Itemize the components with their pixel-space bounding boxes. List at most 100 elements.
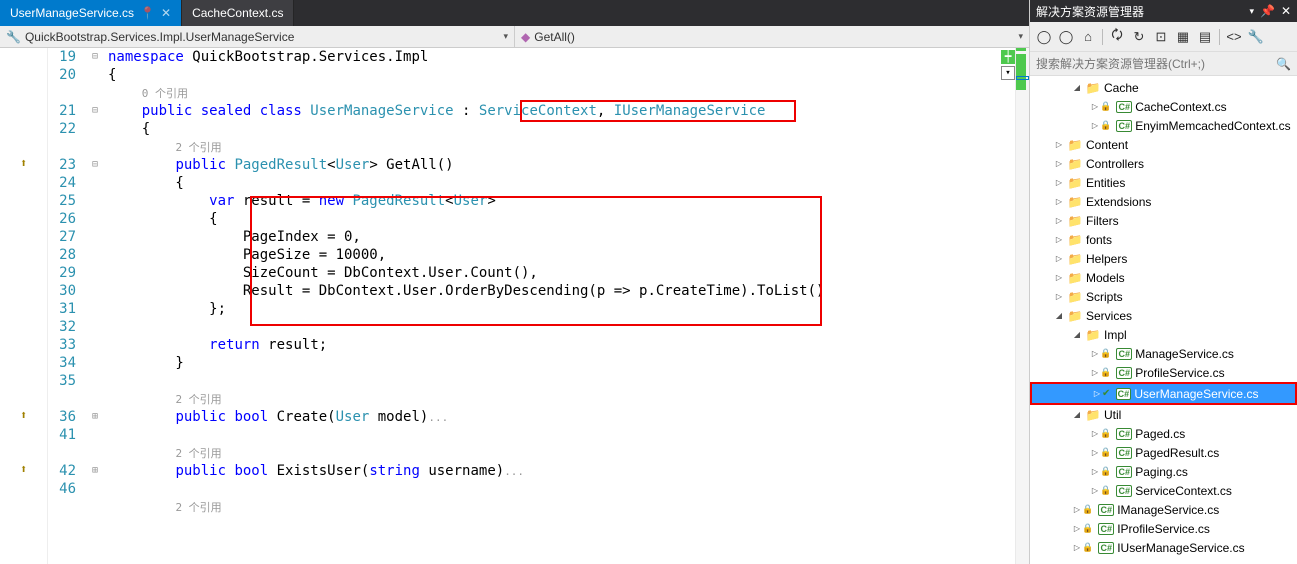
pin-icon[interactable]: 📌 bbox=[1260, 4, 1275, 18]
tree-item-helpers[interactable]: ▷📁Helpers bbox=[1030, 249, 1297, 268]
code-line[interactable]: } bbox=[102, 354, 1029, 372]
code-line[interactable]: Result = DbContext.User.OrderByDescendin… bbox=[102, 282, 1029, 300]
tree-item-enyimmemcachedcontext-cs[interactable]: ▷🔒C#EnyimMemcachedContext.cs bbox=[1030, 116, 1297, 135]
code-line[interactable]: public PagedResult<User> GetAll() bbox=[102, 156, 1029, 174]
code-line[interactable]: 0 个引用 bbox=[102, 84, 1029, 102]
tree-item-util[interactable]: ◢📁Util bbox=[1030, 405, 1297, 424]
tree-item-extendsions[interactable]: ▷📁Extendsions bbox=[1030, 192, 1297, 211]
sync-icon[interactable]: 🗘 bbox=[1109, 29, 1125, 45]
expand-caret-icon[interactable]: ▷ bbox=[1054, 216, 1064, 225]
tree-item-usermanageservice-cs[interactable]: ▷✔C#UserManageService.cs bbox=[1032, 384, 1295, 403]
split-button[interactable]: ┿ bbox=[1001, 50, 1015, 64]
back-icon[interactable]: ◯ bbox=[1036, 29, 1052, 45]
solution-search[interactable]: 🔍 bbox=[1030, 52, 1297, 76]
expand-caret-icon[interactable]: ▷ bbox=[1054, 159, 1064, 168]
tree-item-profileservice-cs[interactable]: ▷🔒C#ProfileService.cs bbox=[1030, 363, 1297, 382]
code-line[interactable] bbox=[102, 480, 1029, 498]
expand-caret-icon[interactable]: ▷ bbox=[1090, 102, 1100, 111]
code-line[interactable] bbox=[102, 372, 1029, 390]
expand-caret-icon[interactable]: ▷ bbox=[1054, 254, 1064, 263]
window-menu-icon[interactable]: ▾ bbox=[1249, 6, 1254, 17]
properties-icon[interactable]: ▤ bbox=[1197, 29, 1213, 45]
close-icon[interactable]: ✕ bbox=[1281, 4, 1291, 18]
tree-item-imanageservice-cs[interactable]: ▷🔒C#IManageService.cs bbox=[1030, 500, 1297, 519]
fold-toggle[interactable]: ⊞ bbox=[88, 462, 102, 480]
tree-item-cache[interactable]: ◢📁Cache bbox=[1030, 78, 1297, 97]
expand-caret-icon[interactable]: ▷ bbox=[1090, 349, 1100, 358]
expand-caret-icon[interactable]: ▷ bbox=[1090, 467, 1100, 476]
implements-glyph-icon[interactable]: ⬆ bbox=[20, 462, 27, 476]
solution-tree[interactable]: ◢📁Cache▷🔒C#CacheContext.cs▷🔒C#EnyimMemca… bbox=[1030, 76, 1297, 564]
code-icon[interactable]: <> bbox=[1226, 29, 1242, 45]
expand-caret-icon[interactable]: ▷ bbox=[1054, 178, 1064, 187]
tree-item-iprofileservice-cs[interactable]: ▷🔒C#IProfileService.cs bbox=[1030, 519, 1297, 538]
expand-caret-icon[interactable]: ▷ bbox=[1092, 389, 1102, 398]
code-content[interactable]: namespace QuickBootstrap.Services.Impl{ … bbox=[102, 48, 1029, 564]
tree-item-cachecontext-cs[interactable]: ▷🔒C#CacheContext.cs bbox=[1030, 97, 1297, 116]
tree-item-models[interactable]: ▷📁Models bbox=[1030, 268, 1297, 287]
expand-caret-icon[interactable]: ▷ bbox=[1072, 505, 1082, 514]
expand-caret-icon[interactable]: ▷ bbox=[1054, 235, 1064, 244]
expand-caret-icon[interactable]: ▷ bbox=[1090, 448, 1100, 457]
dropdown-button[interactable]: ▾ bbox=[1001, 66, 1015, 80]
refresh-icon[interactable]: ↻ bbox=[1131, 29, 1147, 45]
search-icon[interactable]: 🔍 bbox=[1276, 57, 1291, 71]
code-line[interactable]: 2 个引用 bbox=[102, 498, 1029, 516]
code-line[interactable]: public bool Create(User model)... bbox=[102, 408, 1029, 426]
scroll-indicator[interactable] bbox=[1015, 48, 1029, 564]
code-line[interactable]: PageSize = 10000, bbox=[102, 246, 1029, 264]
forward-icon[interactable]: ◯ bbox=[1058, 29, 1074, 45]
home-icon[interactable]: ⌂ bbox=[1080, 29, 1096, 45]
code-line[interactable]: SizeCount = DbContext.User.Count(), bbox=[102, 264, 1029, 282]
expand-caret-icon[interactable]: ▷ bbox=[1054, 292, 1064, 301]
expand-caret-icon[interactable]: ◢ bbox=[1072, 83, 1082, 92]
expand-caret-icon[interactable]: ▷ bbox=[1090, 486, 1100, 495]
tree-item-content[interactable]: ▷📁Content bbox=[1030, 135, 1297, 154]
tree-item-iusermanageservice-cs[interactable]: ▷🔒C#IUserManageService.cs bbox=[1030, 538, 1297, 557]
expand-caret-icon[interactable]: ▷ bbox=[1054, 197, 1064, 206]
implements-glyph-icon[interactable]: ⬆ bbox=[20, 408, 27, 422]
code-line[interactable] bbox=[102, 426, 1029, 444]
code-line[interactable]: var result = new PagedResult<User> bbox=[102, 192, 1029, 210]
code-area[interactable]: ⬆⬆⬆ 192021222324252627282930313233343536… bbox=[0, 48, 1029, 564]
code-line[interactable]: { bbox=[102, 66, 1029, 84]
tree-item-manageservice-cs[interactable]: ▷🔒C#ManageService.cs bbox=[1030, 344, 1297, 363]
tab-usermanageservice-cs[interactable]: UserManageService.cs📍✕ bbox=[0, 0, 182, 26]
code-line[interactable]: 2 个引用 bbox=[102, 444, 1029, 462]
tree-item-scripts[interactable]: ▷📁Scripts bbox=[1030, 287, 1297, 306]
close-icon[interactable]: ✕ bbox=[161, 6, 171, 20]
fold-toggle[interactable]: ⊟ bbox=[88, 102, 102, 120]
wrench-icon[interactable]: 🔧 bbox=[1248, 29, 1264, 45]
expand-caret-icon[interactable]: ▷ bbox=[1090, 429, 1100, 438]
tree-item-fonts[interactable]: ▷📁fonts bbox=[1030, 230, 1297, 249]
code-line[interactable]: return result; bbox=[102, 336, 1029, 354]
code-line[interactable]: { bbox=[102, 120, 1029, 138]
tree-item-pagedresult-cs[interactable]: ▷🔒C#PagedResult.cs bbox=[1030, 443, 1297, 462]
code-line[interactable]: namespace QuickBootstrap.Services.Impl bbox=[102, 48, 1029, 66]
expand-caret-icon[interactable]: ▷ bbox=[1090, 368, 1100, 377]
tree-item-entities[interactable]: ▷📁Entities bbox=[1030, 173, 1297, 192]
code-line[interactable] bbox=[102, 318, 1029, 336]
implements-glyph-icon[interactable]: ⬆ bbox=[20, 156, 27, 170]
fold-toggle[interactable]: ⊞ bbox=[88, 408, 102, 426]
tree-item-controllers[interactable]: ▷📁Controllers bbox=[1030, 154, 1297, 173]
code-line[interactable]: }; bbox=[102, 300, 1029, 318]
expand-caret-icon[interactable]: ▷ bbox=[1090, 121, 1100, 130]
fold-toggle[interactable]: ⊟ bbox=[88, 156, 102, 174]
code-line[interactable]: public sealed class UserManageService : … bbox=[102, 102, 1029, 120]
tree-item-filters[interactable]: ▷📁Filters bbox=[1030, 211, 1297, 230]
expand-caret-icon[interactable]: ◢ bbox=[1054, 311, 1064, 320]
show-all-icon[interactable]: ▦ bbox=[1175, 29, 1191, 45]
fold-toggle[interactable]: ⊟ bbox=[88, 48, 102, 66]
code-line[interactable]: { bbox=[102, 174, 1029, 192]
breadcrumb-type[interactable]: 🔧 QuickBootstrap.Services.Impl.UserManag… bbox=[0, 26, 515, 47]
chevron-down-icon[interactable]: ▾ bbox=[503, 31, 508, 42]
collapse-icon[interactable]: ⊡ bbox=[1153, 29, 1169, 45]
breadcrumb-member[interactable]: ◆ GetAll() ▾ bbox=[515, 26, 1029, 47]
code-line[interactable]: PageIndex = 0, bbox=[102, 228, 1029, 246]
code-line[interactable]: public bool ExistsUser(string username).… bbox=[102, 462, 1029, 480]
chevron-down-icon[interactable]: ▾ bbox=[1018, 31, 1023, 42]
code-line[interactable]: 2 个引用 bbox=[102, 138, 1029, 156]
expand-caret-icon[interactable]: ◢ bbox=[1072, 410, 1082, 419]
tree-item-paging-cs[interactable]: ▷🔒C#Paging.cs bbox=[1030, 462, 1297, 481]
